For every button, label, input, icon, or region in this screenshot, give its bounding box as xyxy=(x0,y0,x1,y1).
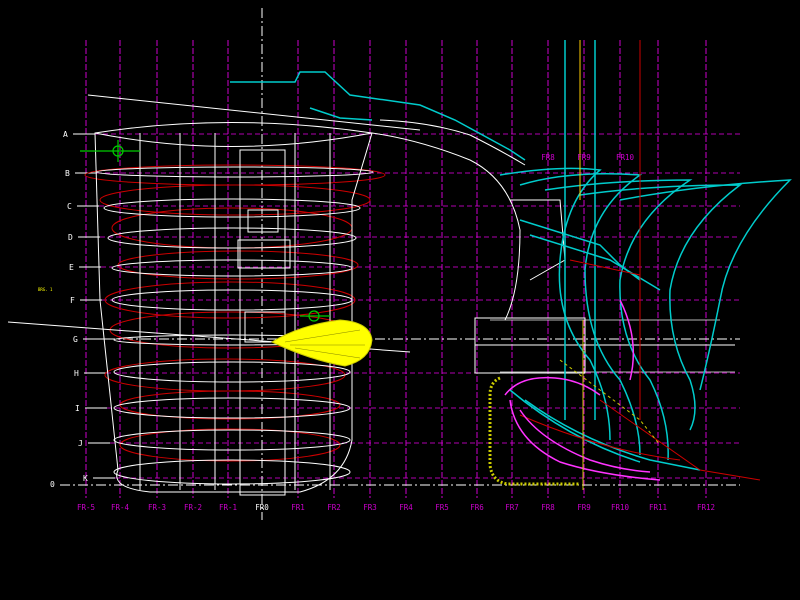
waterline-label: B xyxy=(65,169,70,178)
frame-label: FR2 xyxy=(327,503,341,512)
waterline-label: A xyxy=(63,130,68,139)
cad-drawing-canvas[interactable]: A B C D E F G H I J K 0 FR-5 FR-4 FR-3 FR-2 FR-1 FR0 FR1 F… xyxy=(0,0,800,600)
waterline-label: J xyxy=(78,439,83,448)
waterline-label: H xyxy=(74,369,79,378)
frame-label: FR-5 xyxy=(77,503,95,512)
waterline-label: G xyxy=(73,335,78,344)
frame-label: FR1 xyxy=(291,503,305,512)
frame-label: FR8 xyxy=(541,503,555,512)
frame-label: FR3 xyxy=(363,503,377,512)
frame-label: FR5 xyxy=(435,503,449,512)
frame-label: FR12 xyxy=(697,503,715,512)
waterline-label: F xyxy=(70,296,75,305)
frame-label: FR9 xyxy=(577,503,591,512)
waterline-label: 0 xyxy=(50,480,55,489)
frame-label: FR-2 xyxy=(184,503,202,512)
waterline-label: D xyxy=(68,233,73,242)
waterline-label: K xyxy=(83,474,88,483)
upper-frame-label: FR10 xyxy=(616,153,635,162)
frame-label: FR6 xyxy=(470,503,484,512)
side-note: BRG. 1 xyxy=(38,287,53,292)
frame-label: FR-1 xyxy=(219,503,237,512)
upper-frame-label: FR9 xyxy=(577,153,591,162)
frame-label: FR0 xyxy=(255,503,269,512)
waterline-label: C xyxy=(67,202,72,211)
frame-label: FR10 xyxy=(611,503,630,512)
frame-label: FR4 xyxy=(399,503,413,512)
frame-label: FR11 xyxy=(649,503,667,512)
frame-label: FR7 xyxy=(505,503,519,512)
frame-label: FR-4 xyxy=(111,503,130,512)
waterline-label: I xyxy=(75,404,80,413)
upper-frame-label: FR8 xyxy=(541,153,555,162)
waterline-label: E xyxy=(69,263,74,272)
frame-label: FR-3 xyxy=(148,503,166,512)
